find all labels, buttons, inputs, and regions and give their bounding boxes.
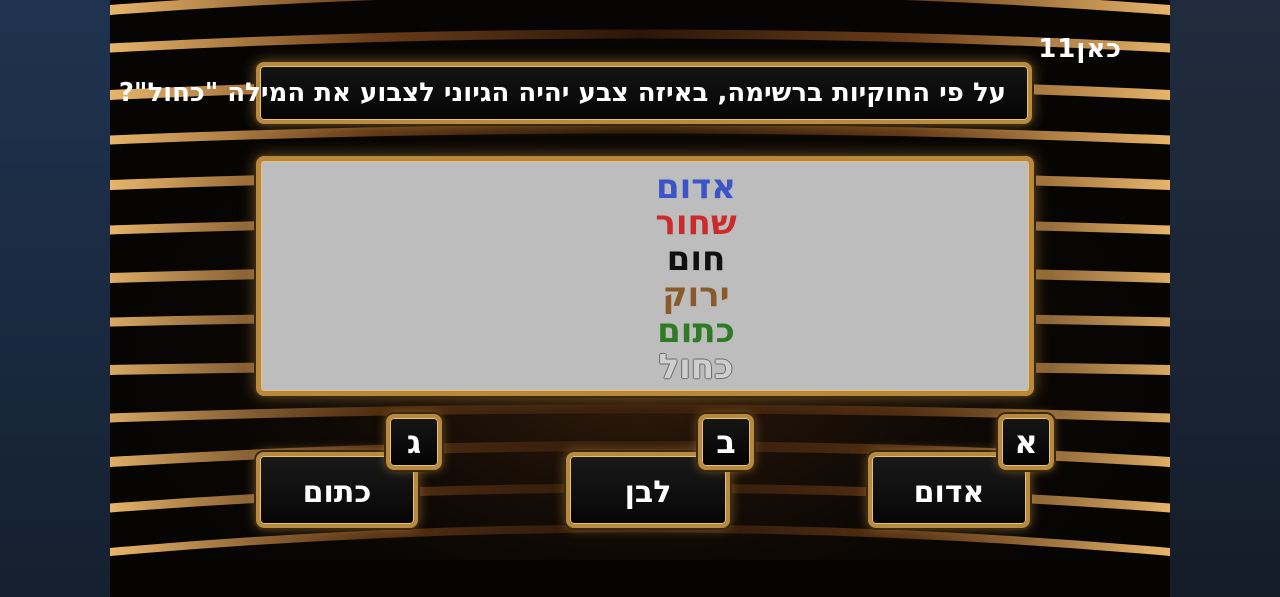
answer-letter-alef[interactable]: א [998,414,1054,470]
channel-logo: כאן11 [1038,34,1122,64]
right-margin [1170,0,1280,597]
game-stage: כאן11 על פי החוקיות ברשימה, באיזה צבע יה… [110,0,1170,597]
word-item-target: כחול [658,347,734,387]
question-box: על פי החוקיות ברשימה, באיזה צבע יהיה הגי… [119,62,1032,124]
word-item: חום [666,239,726,279]
answer-label: לבן [624,474,672,510]
answer-label: אדום [913,474,985,510]
question-text: על פי החוקיות ברשימה, באיזה צבע יהיה הגי… [118,78,1006,108]
answer-letter-gimel[interactable]: ג [386,414,442,470]
word-item: כתום [657,311,735,351]
word-list-panel: אדום שחור חום ירוק כתום כחול [256,156,1034,396]
word-item: ירוק [662,275,730,315]
word-item: שחור [655,203,737,243]
left-margin [0,0,110,597]
answer-letter-bet[interactable]: ב [698,414,754,470]
answer-label: כתום [302,474,372,510]
word-item: אדום [655,167,737,207]
